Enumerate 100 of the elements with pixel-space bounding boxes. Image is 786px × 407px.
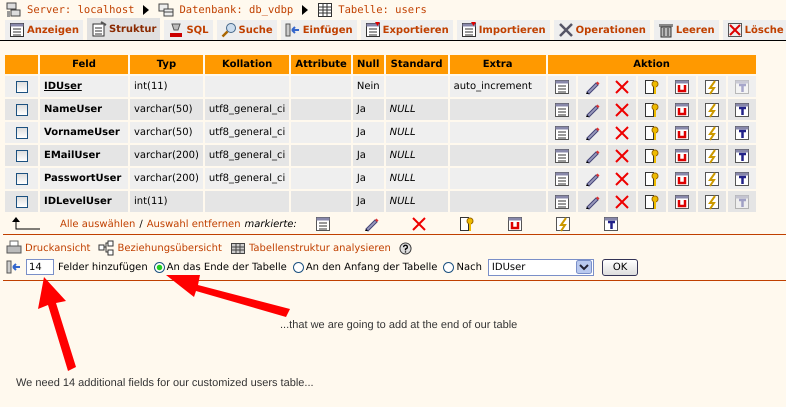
lightning-icon[interactable] [704, 194, 720, 210]
cross-icon[interactable] [614, 102, 630, 118]
table-list-icon[interactable] [554, 102, 570, 118]
key-icon[interactable] [644, 148, 660, 164]
table-cell: IDUser [40, 76, 128, 97]
table-cell: utf8_general_ci [204, 145, 290, 166]
fulltext-icon[interactable] [734, 170, 750, 186]
help-icon[interactable] [398, 242, 412, 254]
unique-icon[interactable] [674, 148, 690, 164]
row-checkbox[interactable] [16, 150, 28, 162]
after-field-dropdown[interactable]: IDUser [488, 258, 594, 276]
tab[interactable]: Struktur [86, 18, 160, 40]
fulltext-icon[interactable] [602, 216, 619, 232]
key-icon[interactable] [644, 170, 660, 186]
fulltext-icon[interactable] [734, 102, 750, 118]
lightning-icon[interactable] [704, 78, 720, 94]
column-header: Null [352, 55, 384, 74]
table-cell: IDLevelUser [40, 191, 128, 212]
deselect-link[interactable]: Auswahl entfernen [146, 218, 241, 230]
unique-icon[interactable] [674, 78, 690, 94]
table-cell: Ja [352, 122, 384, 143]
row-checkbox[interactable] [16, 80, 28, 92]
pencil-icon[interactable] [584, 78, 600, 94]
unique-icon[interactable] [674, 194, 690, 210]
fulltext-icon[interactable] [734, 148, 750, 164]
page-link[interactable]: Tabellenstruktur analysieren [248, 242, 391, 254]
cross-icon[interactable] [614, 124, 630, 140]
table-cell [291, 99, 351, 120]
tab[interactable]: Operationen [554, 20, 650, 40]
lightning-icon[interactable] [554, 216, 571, 232]
tab[interactable]: Importieren [456, 20, 550, 40]
cross-icon[interactable] [614, 148, 630, 164]
tab[interactable]: Suche [216, 20, 277, 40]
annotation-text: We need 14 additional fields for our customized users table... [16, 377, 314, 389]
breadcrumb-link[interactable]: Datenbank: db_vdbp [179, 4, 294, 16]
key-icon[interactable] [644, 78, 660, 94]
page-link[interactable]: Beziehungsübersicht [117, 242, 222, 254]
cross-icon[interactable] [614, 78, 630, 94]
radio-button[interactable] [154, 262, 165, 272]
pencil-icon[interactable] [362, 216, 379, 232]
lightning-icon[interactable] [704, 148, 720, 164]
table-cell: NULL [386, 122, 448, 143]
lightning-icon[interactable] [704, 102, 720, 118]
key-icon[interactable] [644, 124, 660, 140]
chevron-down-icon [576, 260, 592, 274]
field-count-input[interactable]: 14 [26, 259, 54, 275]
breadcrumb-link[interactable]: Tabelle: users [338, 4, 427, 16]
tab[interactable]: Einfügen [280, 20, 357, 40]
row-checkbox[interactable] [16, 196, 28, 208]
lightning-icon[interactable] [704, 170, 720, 186]
unique-icon[interactable] [674, 102, 690, 118]
pencil-icon[interactable] [584, 102, 600, 118]
tab[interactable]: Anzeigen [5, 20, 83, 40]
tab[interactable]: SQL [164, 20, 213, 40]
fulltext-icon[interactable] [734, 124, 750, 140]
unique-icon[interactable] [674, 124, 690, 140]
row-checkbox[interactable] [16, 172, 28, 184]
tab[interactable]: Leeren [654, 20, 719, 40]
tab[interactable]: Exportieren [360, 20, 453, 40]
lightning-icon[interactable] [704, 124, 720, 140]
key-icon[interactable] [458, 216, 475, 232]
radio-label: An den Anfang der Tabelle [306, 262, 438, 272]
table-list-icon[interactable] [554, 148, 570, 164]
row-checkbox[interactable] [16, 104, 28, 116]
tab[interactable]: Lösche [722, 20, 786, 40]
table-cell: Ja [352, 99, 384, 120]
table-cell: PasswortUser [40, 168, 128, 189]
pencil-icon[interactable] [584, 148, 600, 164]
cross-icon[interactable] [614, 170, 630, 186]
insert-row-icon [284, 22, 301, 38]
table-list-icon[interactable] [554, 78, 570, 94]
pencil-icon[interactable] [584, 194, 600, 210]
breadcrumb-link[interactable]: Server: localhost [27, 4, 134, 16]
pencil-icon[interactable] [584, 124, 600, 140]
radio-button[interactable] [292, 262, 304, 272]
table-grid-icon [230, 240, 246, 256]
table-cell: varchar(200) [130, 168, 203, 189]
unique-icon[interactable] [506, 216, 523, 232]
select-all-link[interactable]: Alle auswählen [60, 218, 136, 230]
separator-text: / [139, 218, 143, 230]
document-icon [90, 21, 107, 37]
table-cell: Ja [352, 168, 384, 189]
table-list-icon[interactable] [554, 170, 570, 186]
row-checkbox[interactable] [16, 126, 28, 138]
annotation-text: ...that we are going to add at the end of our table [280, 319, 518, 331]
cross-icon[interactable] [410, 216, 427, 232]
key-icon[interactable] [644, 102, 660, 118]
radio-button[interactable] [443, 262, 454, 272]
cross-icon[interactable] [614, 194, 630, 210]
table-list-icon[interactable] [314, 216, 331, 232]
key-icon[interactable] [644, 194, 660, 210]
corner-arrow-icon [12, 217, 40, 231]
table-list-icon[interactable] [554, 124, 570, 140]
page-link[interactable]: Druckansicht [25, 242, 90, 254]
pencil-icon[interactable] [584, 170, 600, 186]
radio-label: An das Ende der Tabelle [166, 262, 287, 272]
unique-icon[interactable] [674, 170, 690, 186]
table-list-icon[interactable] [554, 194, 570, 210]
table-cell: Ja [352, 145, 384, 166]
ok-button[interactable]: OK [602, 258, 638, 276]
